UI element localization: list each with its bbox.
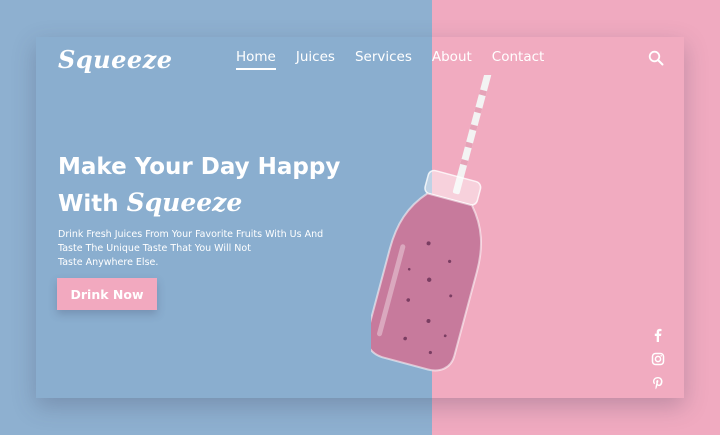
- facebook-icon[interactable]: [650, 327, 666, 343]
- hero-headline: Make Your Day Happy With Squeeze: [58, 150, 340, 222]
- headline-with: With: [58, 191, 119, 217]
- pinterest-icon[interactable]: [650, 375, 666, 391]
- description-line3: Taste Anywhere Else.: [58, 257, 159, 268]
- nav-services[interactable]: Services: [355, 49, 412, 70]
- nav-contact[interactable]: Contact: [492, 49, 545, 70]
- description-line1: Drink Fresh Juices From Your Favorite Fr…: [58, 229, 324, 240]
- smoothie-bottle-image: [371, 75, 492, 372]
- instagram-icon[interactable]: [650, 351, 666, 367]
- main-nav: Home Juices Services About Contact: [236, 49, 544, 70]
- nav-juices[interactable]: Juices: [296, 49, 335, 70]
- nav-home[interactable]: Home: [236, 49, 276, 70]
- brand-logo[interactable]: Squeeze: [58, 45, 173, 74]
- headline-brand: Squeeze: [126, 188, 243, 217]
- drink-now-button[interactable]: Drink Now: [57, 278, 157, 310]
- nav-about[interactable]: About: [432, 49, 472, 70]
- description-line2: Taste The Unique Taste That You Will Not: [58, 243, 251, 254]
- hero-card: Squeeze Home Juices Services About Conta…: [36, 37, 684, 398]
- headline-line1: Make Your Day Happy: [58, 154, 341, 180]
- social-links: [650, 327, 666, 391]
- search-icon[interactable]: [648, 50, 664, 66]
- hero-description: Drink Fresh Juices From Your Favorite Fr…: [58, 228, 343, 270]
